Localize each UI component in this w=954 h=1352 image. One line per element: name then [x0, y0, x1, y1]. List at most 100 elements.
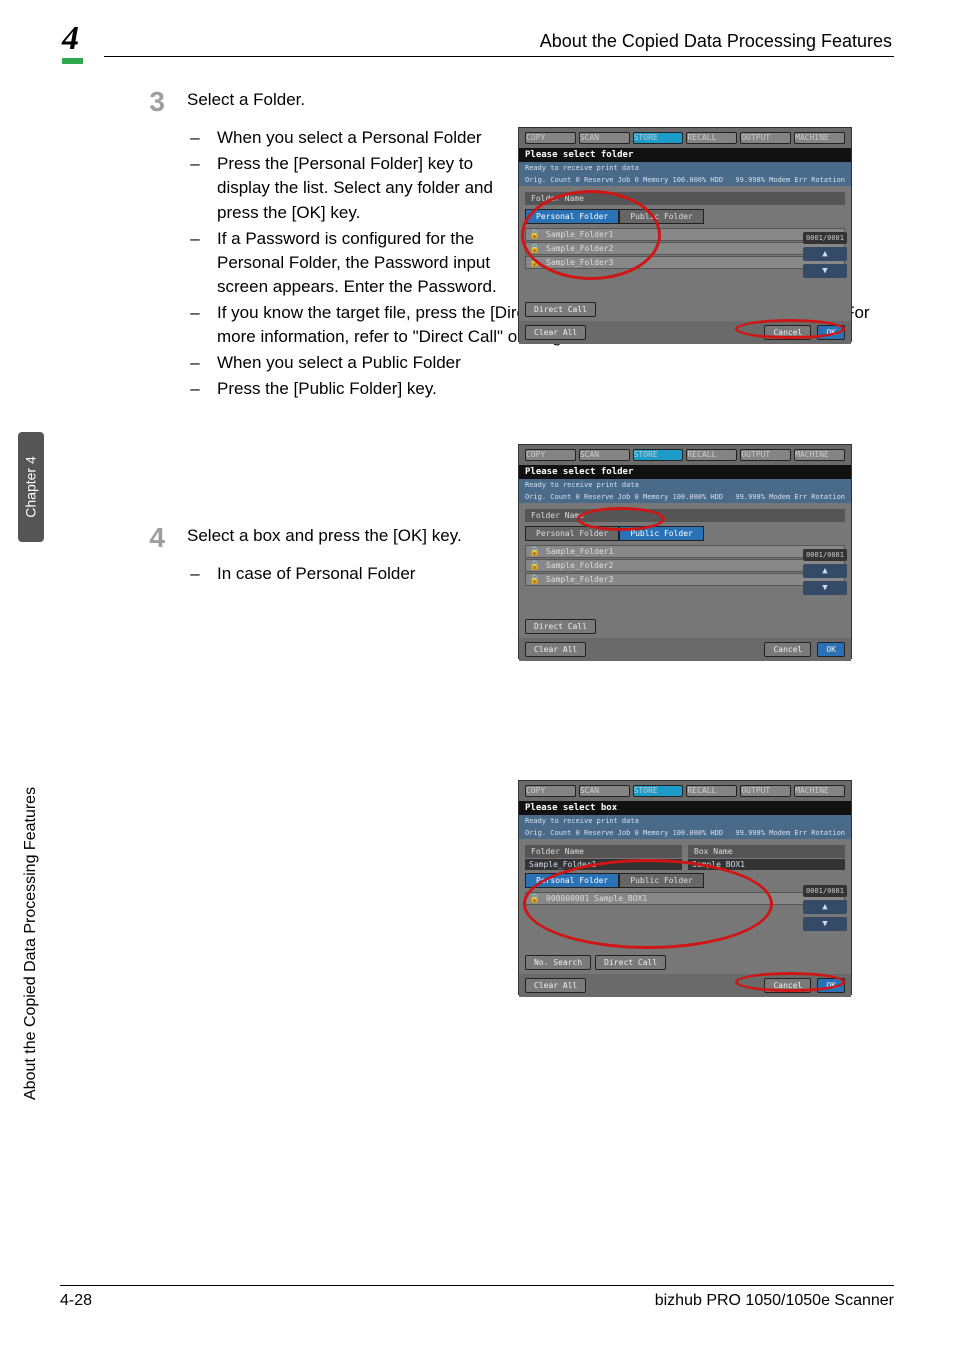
list-item[interactable]: 🔒Sample_Folder2 [525, 242, 845, 255]
box-name-value: Sample_BOX1 [688, 859, 845, 870]
status-left: Orig. Count 0 Reserve Job 0 Memory 100.0… [525, 829, 723, 837]
folder-list: 🔒Sample_Folder1 🔒Sample_Folder2 🔒Sample_… [525, 228, 845, 269]
column-label: Folder Name [525, 192, 845, 205]
pager: 0001/0001 ▲ ▼ [803, 232, 847, 278]
bullet-dash: – [187, 227, 203, 299]
status-bar-2: Orig. Count 0 Reserve Job 0 Memory 100.0… [519, 491, 851, 503]
dialog-body: Folder Name Sample_Folder1 Box Name Samp… [519, 839, 851, 974]
bullet-dash: – [187, 562, 203, 586]
tab-store[interactable]: STORE [633, 449, 684, 461]
direct-call-button[interactable]: Direct Call [595, 955, 666, 970]
personal-folder-tab[interactable]: Personal Folder [525, 873, 619, 888]
bullet-text: Press the [Public Folder] key. [217, 377, 517, 401]
status-bar: Ready to receive print data [519, 815, 851, 827]
cancel-button[interactable]: Cancel [764, 325, 811, 340]
bullet-dash: – [187, 377, 203, 401]
page-up-button[interactable]: ▲ [803, 900, 847, 914]
page-down-button[interactable]: ▼ [803, 264, 847, 278]
bottom-buttons: No. Search Direct Call [525, 955, 666, 970]
tab-machine[interactable]: MACHINE [794, 449, 845, 461]
list-item[interactable]: 🔒Sample_Folder2 [525, 559, 845, 572]
status-ready: Ready to receive print data [525, 817, 639, 825]
ok-button[interactable]: OK [817, 978, 845, 993]
tab-scan[interactable]: SCAN [579, 785, 630, 797]
ok-button[interactable]: OK [817, 642, 845, 657]
dialog-footer: Clear All Cancel OK [519, 638, 851, 661]
tab-copy[interactable]: COPY [525, 785, 576, 797]
step-title: Select a Folder. [187, 88, 894, 112]
direct-call-button[interactable]: Direct Call [525, 619, 596, 634]
lock-icon: 🔒 [526, 561, 544, 571]
list-item[interactable]: 🔒Sample_Folder1 [525, 545, 845, 558]
box-name-label: Box Name [688, 845, 845, 858]
clear-all-button[interactable]: Clear All [525, 325, 586, 340]
no-search-button[interactable]: No. Search [525, 955, 591, 970]
list-item[interactable]: 🔒Sample_Folder1 [525, 228, 845, 241]
tab-machine[interactable]: MACHINE [794, 785, 845, 797]
folder-type-tabs: Personal Folder Public Folder [525, 209, 845, 224]
list-item[interactable]: 🔒000000001 Sample_BOX1 [525, 892, 845, 905]
personal-folder-tab[interactable]: Personal Folder [525, 526, 619, 541]
status-bar-2: Orig. Count 0 Reserve Job 0 Memory 100.0… [519, 827, 851, 839]
clear-all-button[interactable]: Clear All [525, 978, 586, 993]
ok-button[interactable]: OK [817, 325, 845, 340]
cancel-button[interactable]: Cancel [764, 642, 811, 657]
chapter-tab-label: Chapter 4 [23, 456, 39, 517]
screenshot-public-folder: COPY SCAN STORE RECALL OUTPUT MACHINE Pl… [518, 444, 852, 659]
page-up-button[interactable]: ▲ [803, 247, 847, 261]
status-right: 99.998% Modem Err Rotation [735, 829, 845, 837]
bullet-text: In case of Personal Folder [217, 562, 517, 586]
tab-copy[interactable]: COPY [525, 449, 576, 461]
tab-scan[interactable]: SCAN [579, 449, 630, 461]
dialog-body: Folder Name Personal Folder Public Folde… [519, 503, 851, 638]
bullet-text: Press the [Personal Folder] key to displ… [217, 152, 517, 224]
tab-recall[interactable]: RECALL [686, 132, 737, 144]
sidebar-vertical-title: About the Copied Data Processing Feature… [22, 787, 40, 1100]
tab-recall[interactable]: RECALL [686, 449, 737, 461]
tab-machine[interactable]: MACHINE [794, 132, 845, 144]
tab-output[interactable]: OUTPUT [740, 449, 791, 461]
folder-name: Sample_Folder3 [544, 258, 844, 267]
public-folder-tab[interactable]: Public Folder [619, 873, 704, 888]
page-up-button[interactable]: ▲ [803, 564, 847, 578]
status-bar: Ready to receive print data [519, 162, 851, 174]
clear-all-button[interactable]: Clear All [525, 642, 586, 657]
personal-folder-tab[interactable]: Personal Folder [525, 209, 619, 224]
box-row: 000000001 Sample_BOX1 [544, 894, 844, 903]
tab-scan[interactable]: SCAN [579, 132, 630, 144]
tab-output[interactable]: OUTPUT [740, 132, 791, 144]
page-count: 0001/0001 [803, 885, 847, 897]
list-item[interactable]: 🔒Sample_Folder3 [525, 573, 845, 586]
product-name: bizhub PRO 1050/1050e Scanner [655, 1292, 894, 1310]
public-folder-tab[interactable]: Public Folder [619, 209, 704, 224]
tab-output[interactable]: OUTPUT [740, 785, 791, 797]
screenshot-select-box: COPY SCAN STORE RECALL OUTPUT MACHINE Pl… [518, 780, 852, 995]
tab-recall[interactable]: RECALL [686, 785, 737, 797]
lock-icon: 🔒 [526, 547, 544, 557]
bullet-dash: – [187, 126, 203, 150]
box-list: 🔒000000001 Sample_BOX1 [525, 892, 845, 905]
tab-store[interactable]: STORE [633, 132, 684, 144]
dialog-footer: Clear All Cancel OK [519, 321, 851, 344]
lock-icon: 🔒 [526, 244, 544, 254]
step-number: 3 [135, 88, 165, 404]
tab-copy[interactable]: COPY [525, 132, 576, 144]
status-ready: Ready to receive print data [525, 481, 639, 489]
cancel-button[interactable]: Cancel [764, 978, 811, 993]
folder-name: Sample_Folder1 [544, 230, 844, 239]
folder-type-tabs: Personal Folder Public Folder [525, 526, 845, 541]
page-down-button[interactable]: ▼ [803, 917, 847, 931]
folder-type-tabs: Personal Folder Public Folder [525, 873, 845, 888]
list-item[interactable]: 🔒Sample_Folder3 [525, 256, 845, 269]
bullet-text: When you select a Personal Folder [217, 126, 517, 150]
dialog-title: Please select folder [519, 148, 851, 162]
tab-store[interactable]: STORE [633, 785, 684, 797]
lock-icon: 🔒 [526, 894, 544, 904]
mode-tabs: COPY SCAN STORE RECALL OUTPUT MACHINE [519, 445, 851, 465]
page-count: 0001/0001 [803, 232, 847, 244]
page-down-button[interactable]: ▼ [803, 581, 847, 595]
direct-call-button[interactable]: Direct Call [525, 302, 596, 317]
public-folder-tab[interactable]: Public Folder [619, 526, 704, 541]
mode-tabs: COPY SCAN STORE RECALL OUTPUT MACHINE [519, 128, 851, 148]
lock-icon: 🔒 [526, 230, 544, 240]
